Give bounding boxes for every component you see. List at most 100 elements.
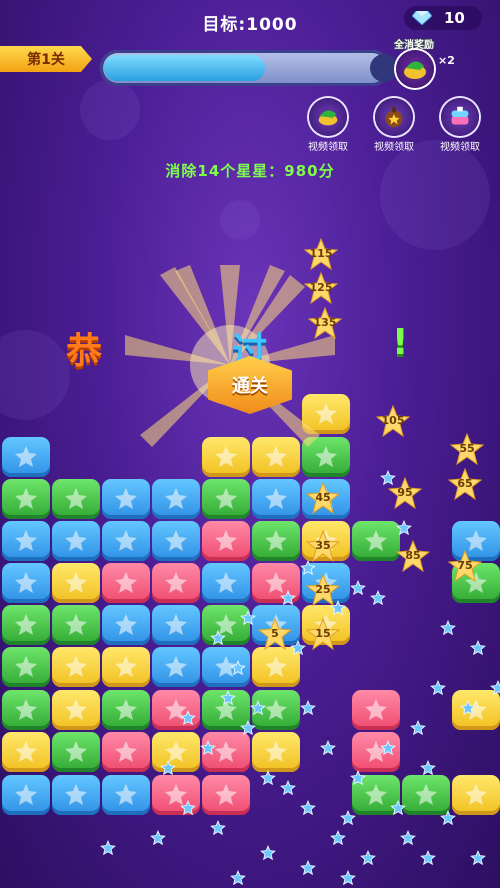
mini-star-icon [300,800,316,816]
popup-score-star: 5 [258,618,292,650]
star-block[interactable] [252,521,300,561]
mini-star-icon [200,740,216,756]
star-block[interactable] [2,647,50,687]
star-block[interactable] [102,605,150,645]
popup-score-star: 75 [448,550,482,582]
mini-star-icon [400,830,416,846]
star-icon [265,741,287,762]
mini-star-icon [260,845,276,861]
star-block[interactable] [152,605,200,645]
star-icon [65,784,87,805]
star-icon [115,784,137,805]
star-block[interactable] [52,690,100,730]
star-block[interactable] [102,479,150,519]
popup-score-value: 45 [315,491,331,504]
mini-star-icon [300,560,316,576]
star-icon [15,614,37,635]
popup-score-star: 105 [376,405,410,437]
star-icon [15,784,37,805]
star-block[interactable] [2,479,50,519]
star-block[interactable] [152,563,200,603]
star-icon [415,784,437,805]
star-block[interactable] [352,521,400,561]
star-icon [115,530,137,551]
star-icon [265,530,287,551]
mini-star-icon [280,780,296,796]
star-block[interactable] [2,732,50,772]
star-block[interactable] [202,521,250,561]
star-block[interactable] [102,732,150,772]
star-icon [365,530,387,551]
star-block[interactable] [202,563,250,603]
mini-star-icon [280,590,296,606]
star-icon [115,699,137,720]
mini-star-icon [180,710,196,726]
star-icon [115,741,137,762]
star-block[interactable] [102,647,150,687]
popup-score-star: 125 [304,272,338,304]
star-icon [165,488,187,509]
star-block[interactable] [2,521,50,561]
popup-score-value: 15 [315,627,331,640]
star-icon [265,488,287,509]
mini-star-icon [410,720,426,736]
mini-star-icon [340,870,356,886]
star-block[interactable] [102,521,150,561]
star-block[interactable] [402,775,450,815]
popup-score-value: 65 [457,477,473,490]
star-block[interactable] [202,775,250,815]
star-icon [265,656,287,677]
mini-star-icon [180,800,196,816]
star-block[interactable] [2,605,50,645]
star-block[interactable] [52,732,100,772]
popup-score-star: 65 [448,468,482,500]
star-icon [65,488,87,509]
mini-star-icon [320,740,336,756]
star-block[interactable] [102,563,150,603]
star-block[interactable] [252,732,300,772]
star-icon [65,656,87,677]
star-block[interactable] [152,479,200,519]
star-block[interactable] [52,775,100,815]
star-block[interactable] [52,479,100,519]
star-block[interactable] [102,690,150,730]
star-icon [215,572,237,593]
mini-star-icon [350,580,366,596]
popup-score-value: 5 [271,627,279,640]
star-block[interactable] [2,775,50,815]
star-block[interactable] [102,775,150,815]
star-icon [465,784,487,805]
mini-star-icon [250,700,266,716]
star-block[interactable] [52,605,100,645]
mini-star-icon [300,860,316,876]
star-block[interactable] [52,521,100,561]
mini-star-icon [350,770,366,786]
mini-star-icon [380,740,396,756]
star-block[interactable] [2,437,50,477]
star-block[interactable] [2,563,50,603]
star-block[interactable] [152,647,200,687]
star-block[interactable] [252,479,300,519]
star-block[interactable] [2,690,50,730]
star-block[interactable] [202,479,250,519]
star-block[interactable] [452,775,500,815]
mini-star-icon [330,600,346,616]
mini-star-icon [380,470,396,486]
mini-star-icon [300,700,316,716]
star-icon [215,784,237,805]
mini-star-icon [470,640,486,656]
popup-score-star: 15 [306,618,340,650]
mini-star-icon [460,700,476,716]
popup-score-value: 125 [309,281,333,294]
popup-score-star: 35 [306,530,340,562]
popup-score-value: 135 [313,316,337,329]
mini-star-icon [220,690,236,706]
star-block[interactable] [352,690,400,730]
star-block[interactable] [152,521,200,561]
mini-star-icon [396,520,412,536]
star-icon [165,614,187,635]
star-block[interactable] [52,563,100,603]
popup-score-value: 25 [315,583,331,596]
star-block[interactable] [52,647,100,687]
star-icon [65,572,87,593]
